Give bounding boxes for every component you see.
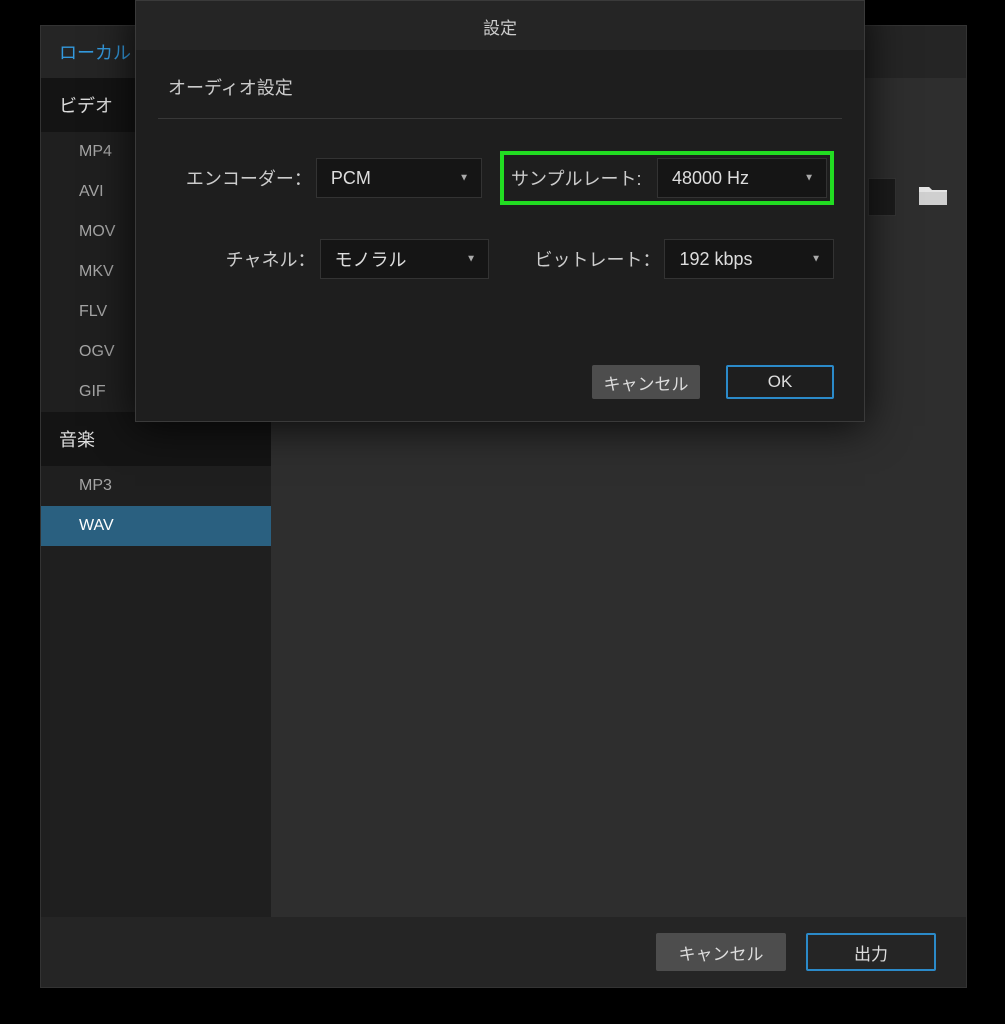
cancel-button[interactable]: キャンセル [656, 933, 786, 971]
sidebar-item-mp3[interactable]: MP3 [41, 466, 271, 506]
sample-rate-highlight: サンプルレート: 48000 Hz ▼ [500, 151, 834, 205]
bottom-bar: キャンセル 出力 [41, 917, 966, 987]
folder-icon [918, 184, 948, 211]
chevron-down-icon: ▼ [811, 254, 821, 265]
chevron-down-icon: ▼ [804, 173, 814, 184]
form-row-encoder-samplerate: エンコーダー： PCM ▼ サンプルレート: 48000 Hz ▼ [166, 151, 834, 205]
sample-rate-label: サンプルレート: [507, 165, 657, 191]
dialog-subtitle: オーディオ設定 [136, 50, 864, 118]
sample-rate-select[interactable]: 48000 Hz ▼ [657, 158, 827, 198]
dialog-form: エンコーダー： PCM ▼ サンプルレート: 48000 Hz ▼ チャネル： … [136, 119, 864, 289]
form-row-channel-bitrate: チャネル： モノラル ▼ ビットレート： 192 kbps ▼ [166, 239, 834, 279]
channel-value: モノラル [335, 246, 407, 272]
bitrate-label: ビットレート： [489, 246, 664, 272]
sample-rate-value: 48000 Hz [672, 168, 749, 189]
dialog-title: 設定 [136, 1, 864, 50]
channel-label: チャネル： [166, 246, 320, 272]
encoder-value: PCM [331, 168, 371, 189]
chevron-down-icon: ▼ [459, 173, 469, 184]
chevron-down-icon: ▼ [466, 254, 476, 265]
settings-dialog: 設定 オーディオ設定 エンコーダー： PCM ▼ サンプルレート: 48000 … [135, 0, 865, 422]
sidebar-item-wav[interactable]: WAV [41, 506, 271, 546]
dialog-cancel-button[interactable]: キャンセル [592, 365, 700, 399]
dialog-actions: キャンセル OK [592, 365, 834, 399]
bitrate-value: 192 kbps [679, 249, 752, 270]
bitrate-select[interactable]: 192 kbps ▼ [664, 239, 834, 279]
output-path-input[interactable] [868, 178, 896, 216]
encoder-select[interactable]: PCM ▼ [316, 158, 482, 198]
browse-folder-button[interactable] [918, 184, 948, 211]
encoder-label: エンコーダー： [166, 165, 316, 191]
dialog-ok-button[interactable]: OK [726, 365, 834, 399]
output-button[interactable]: 出力 [806, 933, 936, 971]
channel-select[interactable]: モノラル ▼ [320, 239, 490, 279]
tab-local[interactable]: ローカル [59, 39, 131, 65]
